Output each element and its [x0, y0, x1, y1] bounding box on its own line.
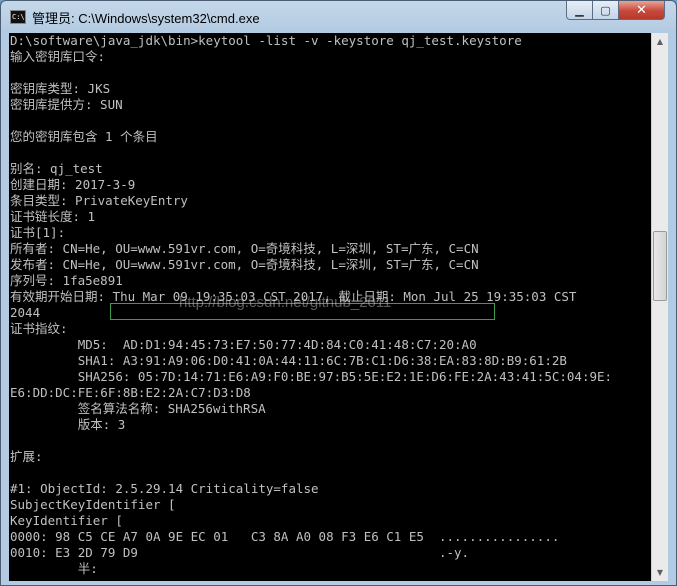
scroll-thumb[interactable] [653, 231, 667, 301]
console-line: SHA256: 05:7D:14:71:E6:A9:F0:BE:97:B5:5E… [10, 369, 613, 384]
scroll-down-arrow-icon[interactable]: ▼ [652, 564, 668, 581]
window-title: 管理员: C:\Windows\system32\cmd.exe [32, 11, 260, 26]
console-line: 扩展: [10, 449, 43, 464]
console-line: 证书[1]: [10, 225, 66, 240]
console-line: E6:DD:DC:FE:6F:8B:E2:2A:C7:D3:D8 [10, 385, 251, 400]
console-line: MD5: AD:D1:94:45:73:E7:50:77:4D:84:C0:41… [10, 337, 477, 352]
console-line: 您的密钥库包含 1 个条目 [10, 129, 158, 144]
console-line: 发布者: CN=He, OU=www.591vr.com, O=奇境科技, L=… [10, 257, 479, 272]
console-line: SHA1: A3:91:A9:06:D0:41:0A:44:11:6C:7B:C… [10, 353, 567, 368]
console-line: KeyIdentifier [ [10, 513, 123, 528]
close-button[interactable]: ✕ [618, 1, 665, 20]
console-line: 证书指纹: [10, 321, 68, 336]
scroll-up-arrow-icon[interactable]: ▲ [652, 33, 668, 50]
vertical-scrollbar[interactable]: ▲ ▼ [651, 33, 668, 581]
title-bar[interactable]: C:\ 管理员: C:\Windows\system32\cmd.exe ▁ ▢… [1, 1, 676, 33]
console-line: 签名算法名称: SHA256withRSA [10, 401, 266, 416]
console-line: 证书链长度: 1 [10, 209, 96, 224]
console-line: #1: ObjectId: 2.5.29.14 Criticality=fals… [10, 481, 319, 496]
maximize-button[interactable]: ▢ [592, 1, 619, 20]
console-line: SubjectKeyIdentifier [ [10, 497, 176, 512]
cmd-window: C:\ 管理员: C:\Windows\system32\cmd.exe ▁ ▢… [0, 0, 677, 586]
console-line: 0000: 98 C5 CE A7 0A 9E EC 01 C3 8A A0 0… [10, 529, 560, 544]
console-line: 别名: qj_test [10, 161, 103, 176]
console-line: 密钥库类型: JKS [10, 81, 111, 96]
console-line: 密钥库提供方: SUN [10, 97, 123, 112]
minimize-button[interactable]: ▁ [566, 1, 593, 20]
cmd-icon[interactable]: C:\ [10, 10, 26, 24]
console-line: 条目类型: PrivateKeyEntry [10, 193, 188, 208]
console-line: D:\software\java_jdk\bin>keytool -list -… [10, 33, 522, 48]
console-line: 输入密钥库口令: [10, 49, 106, 64]
console-line: 半: [10, 561, 98, 576]
console-line: 版本: 3 [10, 417, 126, 432]
watermark-text: http://blog.csdn.net/github_2011 [179, 294, 392, 311]
console-line: 序列号: 1fa5e891 [10, 273, 123, 288]
console-line: 创建日期: 2017-3-9 [10, 177, 136, 192]
console-line: 所有者: CN=He, OU=www.591vr.com, O=奇境科技, L=… [10, 241, 479, 256]
console-line: 0010: E3 2D 79 D9 .-y. [10, 545, 470, 560]
